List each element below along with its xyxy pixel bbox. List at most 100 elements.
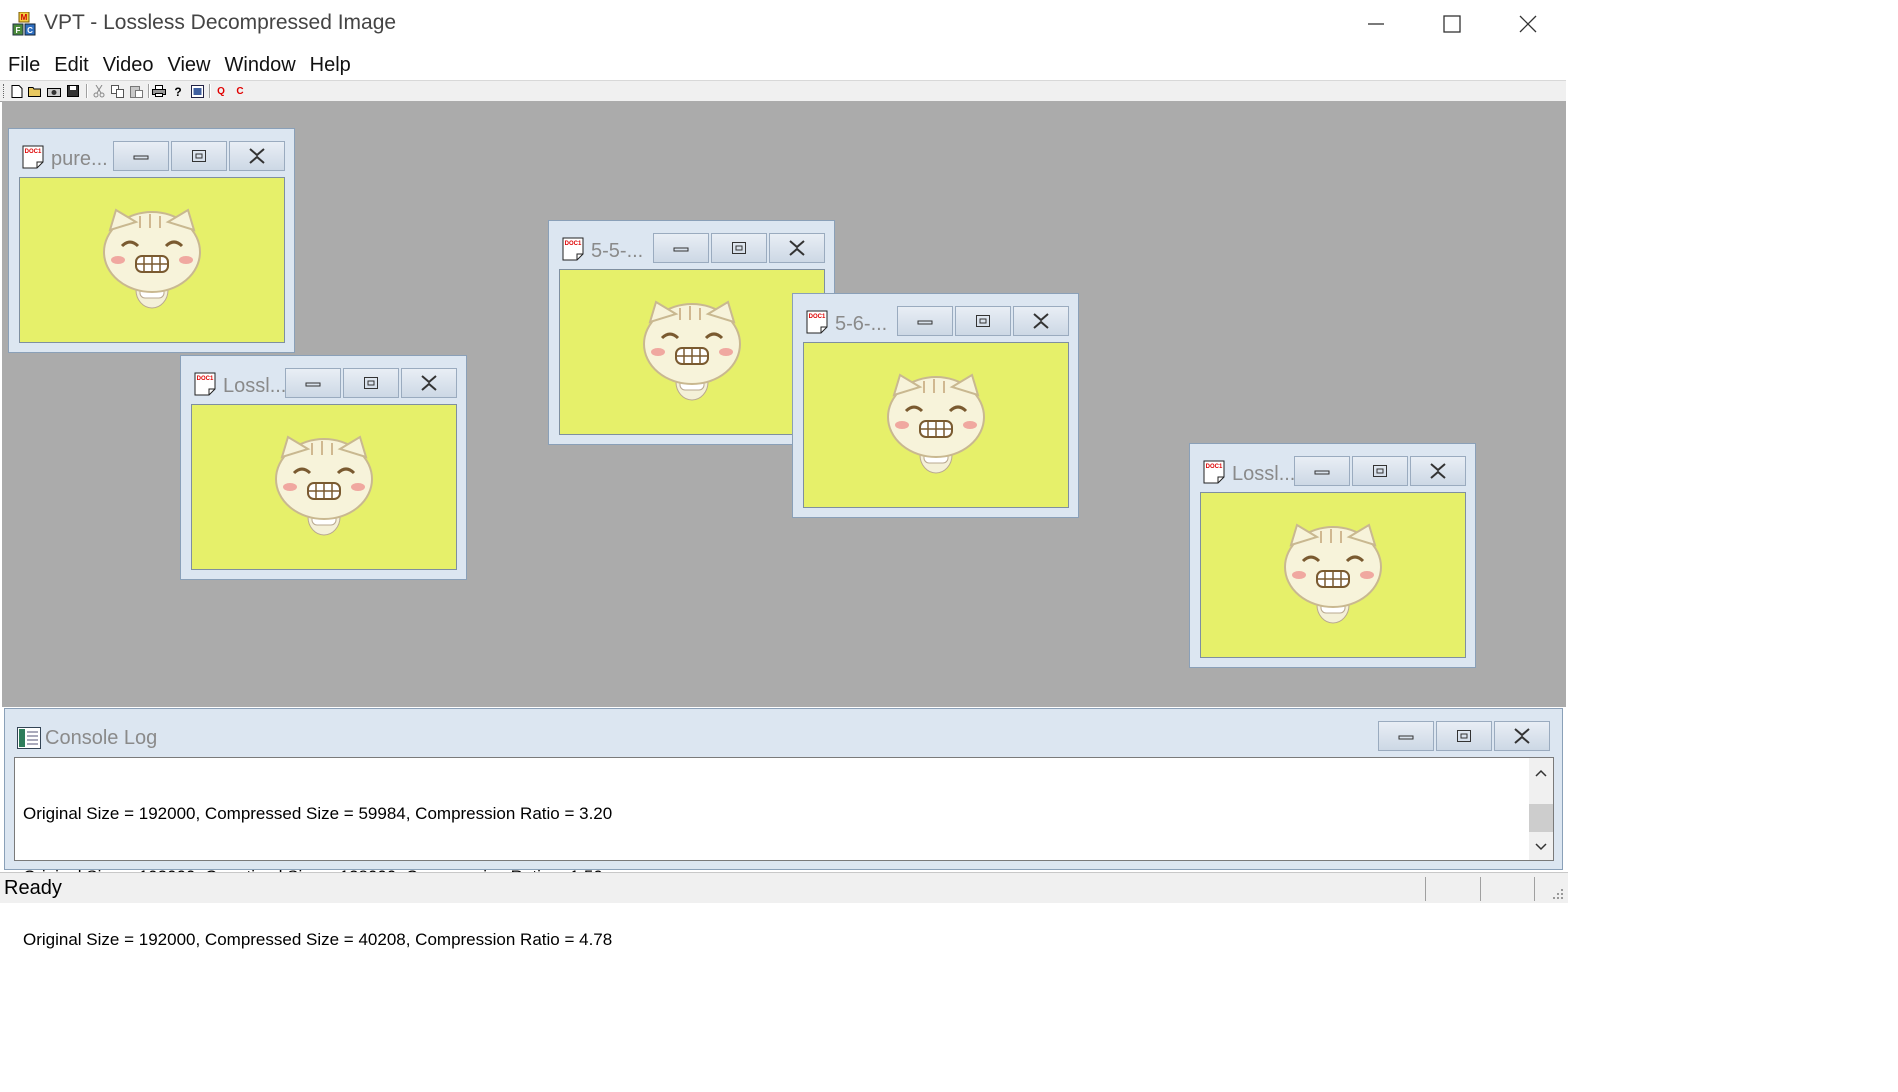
console-log-window[interactable]: Console Log Original Size = 192000, Comp… <box>4 708 1563 949</box>
c-icon: C <box>236 85 244 97</box>
document-icon: DOC1 <box>194 372 216 396</box>
cut-button[interactable] <box>91 83 107 99</box>
child-minimize-button[interactable] <box>285 368 341 398</box>
grid-button[interactable] <box>189 83 205 99</box>
image-view[interactable] <box>191 404 457 570</box>
cat-mascot-image <box>103 208 201 309</box>
close-icon <box>249 148 265 164</box>
toolbar-grip[interactable] <box>3 84 6 98</box>
child-window[interactable]: DOC1 Lossl... <box>180 355 467 580</box>
c-button[interactable]: C <box>232 83 248 99</box>
paste-button[interactable] <box>128 83 144 99</box>
child-title: Lossl... <box>223 375 287 397</box>
menu-help[interactable]: Help <box>302 48 357 80</box>
chevron-down-icon <box>1535 843 1547 851</box>
minimize-icon <box>1314 470 1330 475</box>
scroll-thumb[interactable] <box>1529 804 1553 832</box>
image-view[interactable] <box>1200 492 1466 658</box>
console-minimize-button[interactable] <box>1378 721 1434 751</box>
vertical-scrollbar[interactable] <box>1529 758 1553 860</box>
image-view[interactable] <box>19 177 285 343</box>
open-button[interactable] <box>27 83 43 99</box>
scroll-up-button[interactable] <box>1529 762 1553 784</box>
camera-button[interactable] <box>46 83 62 99</box>
child-restore-button[interactable] <box>711 233 767 263</box>
image-view[interactable] <box>559 269 825 435</box>
child-window[interactable]: DOC1 5-6-... <box>792 293 1079 518</box>
menu-video[interactable]: Video <box>95 48 160 80</box>
child-minimize-button[interactable] <box>1294 456 1350 486</box>
child-title: 5-6-... <box>835 313 888 335</box>
restore-icon <box>364 377 378 389</box>
close-icon <box>789 240 805 256</box>
mfc-app-icon: M F C <box>12 12 36 36</box>
child-close-button[interactable] <box>401 368 457 398</box>
minimize-icon <box>133 155 149 160</box>
child-close-button[interactable] <box>229 141 285 171</box>
maximize-button[interactable] <box>1414 0 1490 48</box>
toolbar-separator <box>209 84 211 98</box>
new-button[interactable] <box>9 83 25 99</box>
svg-text:C: C <box>27 26 33 35</box>
child-close-button[interactable] <box>769 233 825 263</box>
child-caption[interactable]: DOC1 5-6-... <box>793 294 1078 342</box>
resize-grip-icon[interactable] <box>1550 886 1564 900</box>
restore-icon <box>192 150 206 162</box>
title-bar: M F C VPT - Lossless Decompressed Image <box>0 0 1568 48</box>
child-close-button[interactable] <box>1410 456 1466 486</box>
child-title: 5-5-... <box>591 240 644 262</box>
child-title: pure... <box>51 148 108 170</box>
console-close-button[interactable] <box>1494 721 1550 751</box>
cat-mascot-image <box>643 300 741 401</box>
chevron-up-icon <box>1535 769 1547 777</box>
child-caption[interactable]: DOC1 Lossl... <box>181 356 466 404</box>
child-window[interactable]: DOC1 pure... <box>8 128 295 353</box>
toolbar-separator <box>148 84 150 98</box>
menu-edit[interactable]: Edit <box>46 48 94 80</box>
status-text: Ready <box>4 877 62 899</box>
save-button[interactable] <box>65 83 81 99</box>
svg-text:DOC1: DOC1 <box>1206 464 1223 470</box>
status-pane <box>1480 877 1481 901</box>
child-minimize-button[interactable] <box>113 141 169 171</box>
child-caption[interactable]: DOC1 pure... <box>9 129 294 177</box>
svg-text:DOC1: DOC1 <box>809 314 826 320</box>
child-caption[interactable]: DOC1 Lossl... <box>1190 444 1475 492</box>
console-text-area[interactable]: Original Size = 192000, Compressed Size … <box>14 757 1554 949</box>
child-caption[interactable]: DOC1 5-5-... <box>549 221 834 269</box>
restore-icon <box>1457 730 1471 742</box>
window-title: VPT - Lossless Decompressed Image <box>44 11 397 34</box>
minimize-button[interactable] <box>1338 0 1414 48</box>
console-restore-button[interactable] <box>1436 721 1492 751</box>
menu-window[interactable]: Window <box>217 48 302 80</box>
svg-text:M: M <box>21 13 28 22</box>
q-icon: Q <box>217 85 225 97</box>
child-restore-button[interactable] <box>171 141 227 171</box>
console-line: Original Size = 192000, Compressed Size … <box>23 930 613 949</box>
child-close-button[interactable] <box>1013 306 1069 336</box>
child-minimize-button[interactable] <box>897 306 953 336</box>
menu-file[interactable]: File <box>0 48 46 80</box>
child-restore-button[interactable] <box>1352 456 1408 486</box>
scroll-down-button[interactable] <box>1529 836 1553 858</box>
child-window[interactable]: DOC1 Lossl... <box>1189 443 1476 668</box>
close-icon <box>1519 15 1537 33</box>
status-bar: Ready <box>0 872 1568 903</box>
document-icon: DOC1 <box>806 310 828 334</box>
print-button[interactable] <box>151 83 167 99</box>
child-restore-button[interactable] <box>343 368 399 398</box>
close-icon <box>1033 313 1049 329</box>
help-button[interactable]: ? <box>170 83 186 99</box>
close-icon <box>421 375 437 391</box>
child-minimize-button[interactable] <box>653 233 709 263</box>
menu-view[interactable]: View <box>160 48 217 80</box>
q-button[interactable]: Q <box>213 83 229 99</box>
camera-icon <box>47 87 61 97</box>
copy-button[interactable] <box>109 83 125 99</box>
image-view[interactable] <box>803 342 1069 508</box>
help-icon: ? <box>174 85 181 98</box>
status-pane <box>1425 877 1426 901</box>
restore-icon <box>732 242 746 254</box>
close-button[interactable] <box>1490 0 1566 48</box>
child-restore-button[interactable] <box>955 306 1011 336</box>
